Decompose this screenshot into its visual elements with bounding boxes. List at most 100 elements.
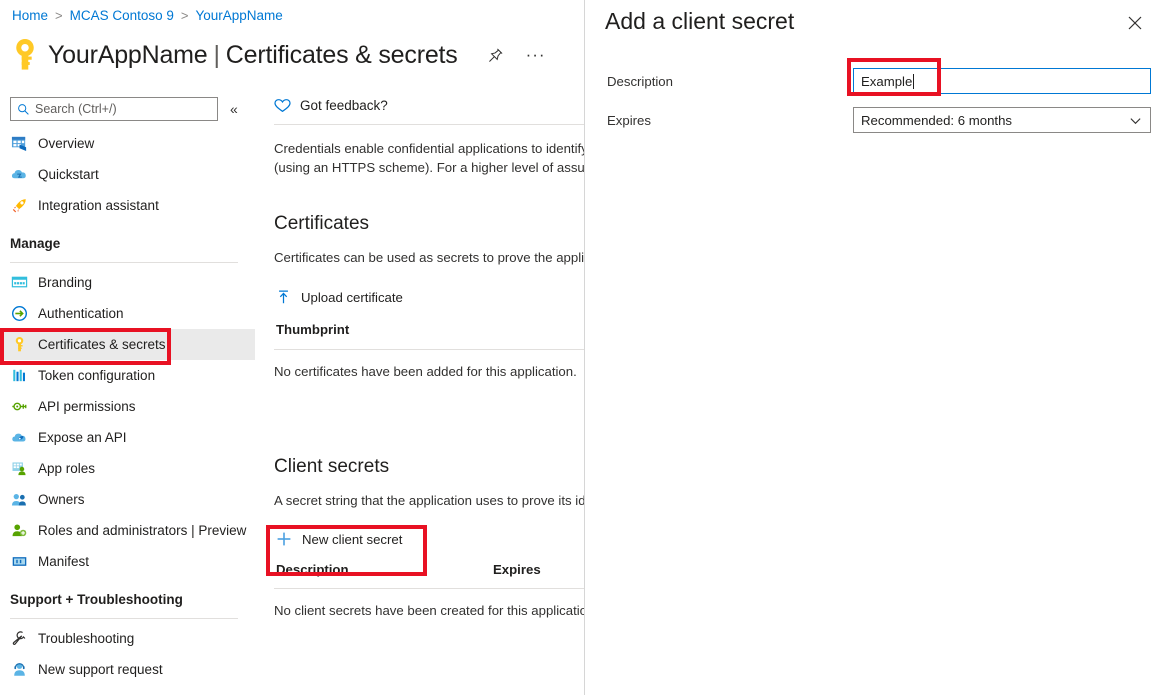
sidebar-item-label: New support request — [38, 662, 163, 677]
sidebar-item-roles-and-administrators[interactable]: Roles and administrators | Preview — [0, 515, 258, 546]
sidebar-item-label: Troubleshooting — [38, 631, 135, 646]
table-divider — [274, 349, 584, 350]
api-permissions-icon — [10, 397, 29, 416]
expires-label: Expires — [607, 112, 651, 128]
breadcrumb-separator: > — [180, 8, 189, 23]
column-header-description: Description — [276, 562, 349, 577]
add-client-secret-panel: Add a client secret Description Example … — [584, 0, 1164, 695]
panel-title: Add a client secret — [605, 8, 795, 34]
roles-admins-icon — [10, 521, 29, 540]
got-feedback-label: Got feedback? — [300, 98, 388, 113]
quickstart-cloud-icon — [10, 165, 29, 184]
sidebar-item-label: Branding — [38, 275, 93, 290]
sidebar-divider — [10, 262, 238, 263]
breadcrumb-item-tenant[interactable]: MCAS Contoso 9 — [70, 8, 174, 23]
sidebar-nav: Overview Quickstart Integration assistan… — [0, 128, 258, 685]
sidebar-item-label: Quickstart — [38, 167, 99, 182]
sidebar-item-token-configuration[interactable]: Token configuration — [0, 360, 258, 391]
support-person-icon — [10, 660, 29, 679]
sidebar-item-overview[interactable]: Overview — [0, 128, 258, 159]
chevron-down-icon — [1130, 117, 1141, 124]
table-divider — [274, 588, 584, 589]
client-secrets-column-headers: Description Expires — [258, 562, 584, 577]
rocket-icon — [10, 196, 29, 215]
expires-select-value: Recommended: 6 months — [861, 112, 1012, 128]
credentials-intro-line2: (using an HTTPS scheme). For a higher le… — [274, 160, 584, 175]
client-secrets-description: A secret string that the application use… — [274, 493, 584, 508]
sidebar-item-manifest[interactable]: Manifest — [0, 546, 258, 577]
description-input[interactable]: Example — [853, 68, 1151, 94]
sidebar-item-quickstart[interactable]: Quickstart — [0, 159, 258, 190]
sidebar-item-integration-assistant[interactable]: Integration assistant — [0, 190, 258, 221]
sidebar-item-label: Integration assistant — [38, 198, 159, 213]
sidebar-item-troubleshooting[interactable]: Troubleshooting — [0, 623, 258, 654]
client-secrets-empty-message: No client secrets have been created for … — [274, 603, 584, 618]
column-header-expires: Expires — [493, 562, 541, 577]
heart-icon — [274, 99, 291, 113]
sidebar-item-api-permissions[interactable]: API permissions — [0, 391, 258, 422]
sidebar-item-authentication[interactable]: Authentication — [0, 298, 258, 329]
page-title-row: YourAppName | Certificates & secrets ··· — [10, 35, 546, 75]
description-field-row: Description Example — [607, 68, 1155, 94]
main-content: Got feedback? Credentials enable confide… — [258, 90, 584, 695]
sidebar-group-manage: Manage — [10, 236, 61, 251]
left-sidebar: Search (Ctrl+/) « Overview Quickstart In… — [0, 90, 258, 695]
breadcrumb-separator: > — [55, 8, 63, 23]
certificates-description: Certificates can be used as secrets to p… — [274, 250, 584, 265]
upload-certificate-button[interactable]: Upload certificate — [258, 289, 584, 305]
sidebar-search-row: Search (Ctrl+/) « — [10, 97, 238, 121]
search-input[interactable]: Search (Ctrl+/) — [10, 97, 218, 121]
sidebar-divider — [10, 618, 238, 619]
ellipsis-icon[interactable]: ··· — [526, 45, 546, 65]
page-title-divider: | — [213, 40, 220, 69]
text-caret — [913, 73, 915, 89]
expose-api-icon — [10, 428, 29, 447]
client-secrets-heading: Client secrets — [274, 456, 390, 477]
sidebar-item-certificates-secrets[interactable]: Certificates & secrets — [0, 329, 255, 360]
upload-certificate-label: Upload certificate — [301, 289, 403, 305]
manifest-icon — [10, 552, 29, 571]
search-icon — [18, 103, 29, 115]
breadcrumb-item-home[interactable]: Home — [12, 8, 48, 23]
collapse-sidebar-button[interactable]: « — [230, 102, 238, 116]
sidebar-item-expose-an-api[interactable]: Expose an API — [0, 422, 258, 453]
got-feedback-link[interactable]: Got feedback? — [258, 90, 584, 113]
sidebar-item-label: Token configuration — [38, 368, 156, 383]
pin-icon[interactable] — [486, 45, 506, 65]
sidebar-item-app-roles[interactable]: App roles — [0, 453, 258, 484]
branding-icon — [10, 273, 29, 292]
sidebar-item-owners[interactable]: Owners — [0, 484, 258, 515]
sidebar-item-label: Certificates & secrets — [38, 337, 166, 352]
search-placeholder: Search (Ctrl+/) — [35, 102, 117, 116]
owners-icon — [10, 490, 29, 509]
authentication-icon — [10, 304, 29, 323]
plus-icon — [277, 532, 291, 546]
title-actions: ··· — [486, 45, 546, 65]
page-title: YourAppName | Certificates & secrets — [48, 41, 458, 70]
breadcrumb-item-app[interactable]: YourAppName — [196, 8, 283, 23]
overview-grid-icon — [10, 134, 29, 153]
new-client-secret-button[interactable]: New client secret — [258, 531, 584, 547]
page-title-section: Certificates & secrets — [225, 40, 458, 69]
sidebar-item-label: Manifest — [38, 554, 90, 569]
upload-icon — [279, 290, 288, 304]
expires-select[interactable]: Recommended: 6 months — [853, 107, 1151, 133]
key-icon — [16, 38, 34, 70]
wrench-icon — [10, 629, 29, 648]
app-roles-icon — [10, 459, 29, 478]
ellipsis-glyph: ··· — [525, 45, 546, 64]
sidebar-item-branding[interactable]: Branding — [0, 267, 258, 298]
sidebar-item-label: Owners — [38, 492, 85, 507]
sidebar-item-label: Overview — [38, 136, 95, 151]
expires-field-row: Expires Recommended: 6 months — [607, 107, 1155, 133]
sidebar-item-label: Roles and administrators | Preview — [38, 523, 247, 538]
credentials-intro-line1: Credentials enable confidential applicat… — [274, 141, 584, 156]
sidebar-item-label: API permissions — [38, 399, 136, 414]
certificates-heading: Certificates — [274, 213, 370, 234]
breadcrumb: Home > MCAS Contoso 9 > YourAppName — [12, 8, 283, 23]
page-title-app: YourAppName — [48, 40, 208, 69]
close-icon[interactable] — [1124, 12, 1146, 34]
description-input-value: Example — [861, 73, 913, 89]
sidebar-item-new-support-request[interactable]: New support request — [0, 654, 258, 685]
sidebar-item-label: Authentication — [38, 306, 124, 321]
